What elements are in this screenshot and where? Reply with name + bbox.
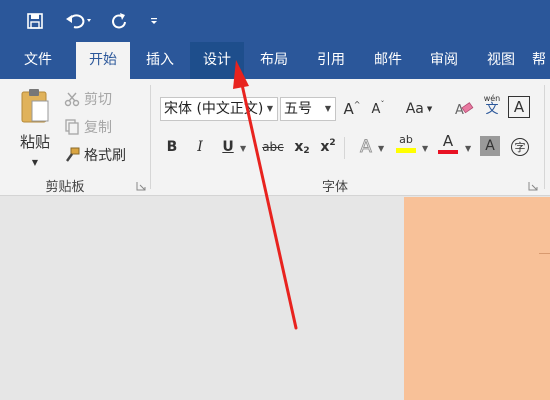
clipboard-dialog-launcher[interactable] [136, 181, 146, 191]
tab-mailings[interactable]: 邮件 [362, 42, 414, 79]
strikethrough-button[interactable]: abc [259, 135, 287, 159]
tab-view[interactable]: 视图 [475, 42, 527, 79]
copy-button[interactable]: 复制 [64, 117, 112, 137]
enclose-characters-icon: 字 [511, 138, 529, 156]
format-painter-button[interactable]: 格式刷 [64, 145, 126, 165]
font-size-value: 五号 [284, 101, 312, 117]
clipboard-group-label: 剪贴板 [45, 180, 85, 195]
clear-formatting-button[interactable]: A [452, 97, 476, 121]
phonetic-guide-button[interactable]: wén 文 [480, 93, 504, 117]
chevron-down-icon[interactable]: ▼ [321, 98, 335, 120]
tab-design[interactable]: 设计 [190, 42, 244, 79]
ribbon-tabs: 文件 开始 插入 设计 布局 引用 邮件 审阅 视图 帮 [0, 42, 550, 79]
undo-icon [66, 14, 91, 29]
tab-file[interactable]: 文件 [10, 42, 66, 79]
format-painter-label: 格式刷 [84, 148, 126, 164]
svg-text:A: A [455, 103, 464, 118]
tab-references[interactable]: 引用 [305, 42, 357, 79]
divider [344, 137, 345, 159]
clipboard-icon [21, 89, 49, 123]
font-name-value: 宋体 (中文正文) [164, 101, 264, 117]
tab-home[interactable]: 开始 [76, 42, 130, 79]
customize-qat-button[interactable] [144, 8, 164, 34]
undo-button[interactable] [60, 8, 98, 34]
strikethrough-icon: abc [262, 140, 284, 154]
highlight-icon: ab [399, 132, 413, 146]
superscript-base: x [320, 139, 330, 155]
paste-button[interactable]: 粘贴 ▼ [12, 87, 58, 179]
character-shading-button[interactable]: A [480, 136, 500, 156]
superscript-button[interactable]: x2 [316, 135, 340, 159]
chevron-down-icon[interactable]: ▼ [378, 144, 384, 153]
bold-button[interactable]: B [160, 135, 184, 159]
character-shading-icon: A [485, 138, 495, 154]
phonetic-bottom: 文 [485, 101, 499, 117]
chevron-down-icon: ▼ [31, 158, 39, 167]
document-page[interactable] [404, 197, 550, 400]
shrink-font-button[interactable]: Aˇ [366, 97, 390, 121]
chevron-down-icon[interactable]: ▼ [263, 98, 277, 120]
enclose-characters-button[interactable]: 字 [508, 135, 532, 159]
repeat-button[interactable] [106, 8, 132, 34]
repeat-icon [112, 13, 126, 29]
quick-access-toolbar [0, 0, 550, 42]
grow-font-button[interactable]: A ^ [340, 97, 364, 121]
dialog-launcher-icon [136, 182, 146, 191]
shrink-font-icon: A [371, 101, 381, 117]
font-color-icon: A [442, 131, 454, 150]
page-margin-mark [539, 253, 550, 254]
grow-font-icon: A [343, 100, 354, 118]
scissors-icon [64, 92, 80, 107]
chevron-down-icon: ▼ [426, 105, 433, 113]
subscript-sub: 2 [303, 146, 310, 156]
customize-qat-icon [151, 18, 157, 24]
font-color-button[interactable]: A [436, 131, 460, 155]
italic-button[interactable]: I [188, 135, 212, 159]
clear-formatting-icon: A [455, 102, 474, 118]
tab-review[interactable]: 审阅 [418, 42, 470, 79]
tab-help[interactable]: 帮 [532, 42, 550, 79]
font-size-combo[interactable]: 五号 ▼ [280, 97, 336, 121]
text-effects-button[interactable]: A [354, 135, 378, 159]
paste-label: 粘贴 [19, 133, 50, 151]
subscript-button[interactable]: x2 [290, 135, 314, 159]
tab-insert[interactable]: 插入 [134, 42, 186, 79]
save-icon [27, 13, 43, 29]
text-effects-icon: A [360, 137, 373, 158]
character-border-icon: A [513, 98, 525, 116]
character-border-button[interactable]: A [508, 96, 530, 118]
font-color-bar [438, 149, 458, 154]
highlight-color-button[interactable]: ab [394, 131, 418, 155]
cut-label: 剪切 [84, 92, 112, 108]
chevron-down-icon[interactable]: ▼ [240, 144, 246, 153]
ribbon-home: 粘贴 ▼ 剪切 复制 格式刷 剪贴板 宋体 (中文正文) ▼ 五号 ▼ A ^ … [0, 79, 550, 196]
chevron-down-icon[interactable]: ▼ [422, 144, 428, 153]
font-group-label: 字体 [321, 180, 348, 195]
underline-icon: U [222, 139, 234, 155]
format-painter-icon [66, 147, 80, 162]
highlight-color-bar [396, 147, 416, 153]
superscript-sup: 2 [329, 138, 336, 148]
tab-layout[interactable]: 布局 [248, 42, 300, 79]
subscript-base: x [294, 139, 304, 155]
change-case-button[interactable]: Aa ▼ [402, 97, 436, 121]
underline-button[interactable]: U [216, 135, 240, 159]
cut-button[interactable]: 剪切 [64, 89, 112, 109]
change-case-icon: Aa [405, 101, 424, 117]
save-button[interactable] [20, 8, 50, 34]
font-dialog-launcher[interactable] [528, 181, 538, 191]
group-divider [150, 85, 151, 189]
copy-label: 复制 [84, 120, 112, 136]
copy-icon [65, 119, 79, 135]
font-name-combo[interactable]: 宋体 (中文正文) ▼ [160, 97, 278, 121]
italic-icon: I [197, 139, 203, 155]
group-divider [544, 85, 545, 189]
bold-icon: B [166, 139, 178, 155]
chevron-down-icon[interactable]: ▼ [465, 144, 471, 153]
dialog-launcher-icon [528, 182, 538, 191]
